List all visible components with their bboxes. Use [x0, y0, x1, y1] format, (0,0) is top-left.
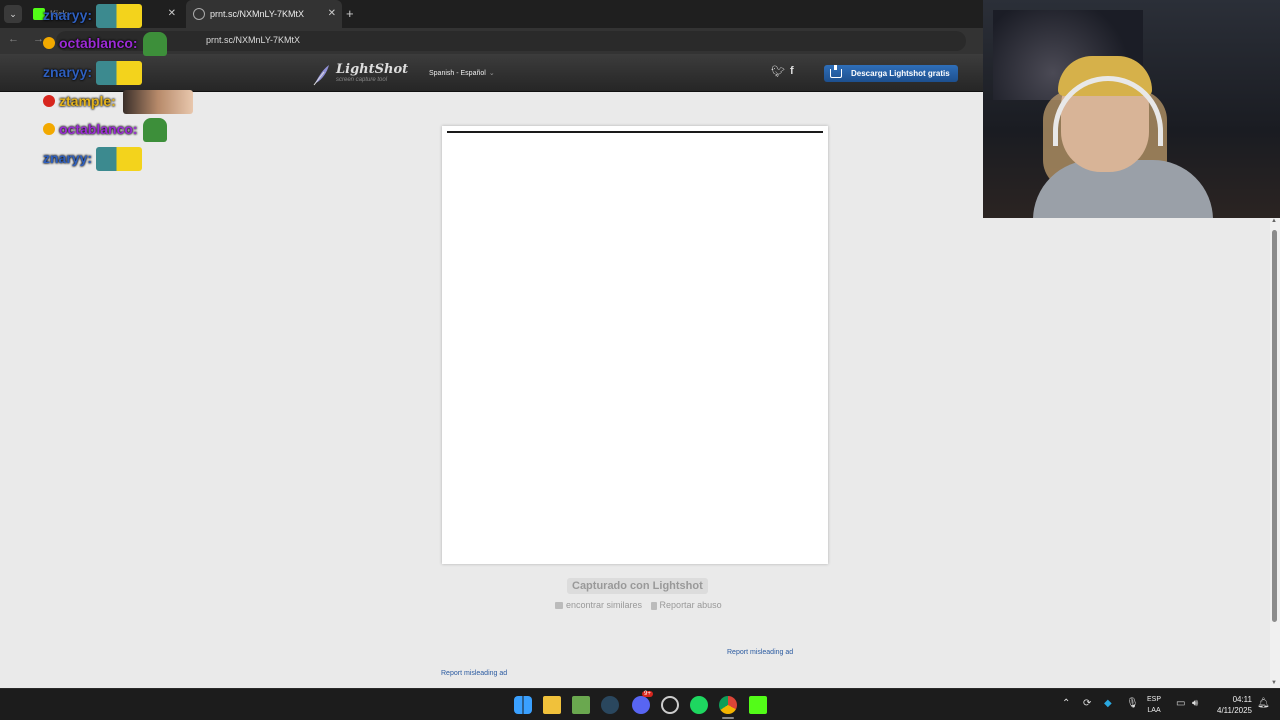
blob-emote-icon [96, 61, 142, 85]
webcam-overlay [983, 0, 1280, 218]
facebook-icon[interactable]: f [790, 65, 794, 77]
blob-emote-icon [96, 4, 142, 28]
discord-icon[interactable]: 9+ [632, 691, 653, 714]
steam-icon[interactable] [601, 696, 619, 714]
logo-tagline: screen capture tool [336, 77, 388, 83]
system-clock[interactable]: 04:11 4/11/2025 [1210, 694, 1252, 716]
frog-emote-icon [143, 32, 167, 56]
file-explorer-icon[interactable] [543, 696, 561, 714]
image-actions: encontrar similares Reportar abuso [555, 600, 722, 610]
chat-username: octablanco: [59, 35, 138, 51]
new-tab-button[interactable]: + [346, 0, 354, 28]
captured-with-lightshot-label[interactable]: Capturado con Lightshot [567, 578, 708, 594]
report-misleading-ad-link[interactable]: Report misleading ad [727, 649, 793, 656]
page-scrollbar[interactable]: ▲ ▼ [1270, 218, 1280, 688]
feather-icon [313, 65, 329, 86]
report-abuse-link[interactable]: Reportar abuso [650, 600, 722, 610]
microphone-icon[interactable]: 🎙︎ [1126, 698, 1139, 709]
download-lightshot-button[interactable]: Descarga Lightshot gratis [824, 65, 958, 82]
chevron-down-icon: ⌄ [488, 70, 495, 77]
minecraft-icon[interactable] [572, 696, 590, 714]
stream-chat-overlay: znaryy: octablanco: znaryy: ztample: oct… [0, 0, 200, 175]
language-value: Spanish - Español [429, 70, 486, 77]
windows-taskbar: 9+ ⌃ ⟳ ◆ 🎙︎ ESP LAA ▭ 🔊︎ 04:11 4/11/2025… [0, 688, 1280, 720]
scroll-down-icon[interactable]: ▼ [1271, 680, 1277, 686]
find-similar-link[interactable]: encontrar similares [555, 600, 642, 610]
report-misleading-ad-link[interactable]: Report misleading ad [441, 670, 507, 677]
discord-notification-badge: 9+ [642, 691, 653, 697]
clock-date: 4/11/2025 [1217, 706, 1252, 715]
photo-emote-icon [123, 90, 193, 114]
input-language[interactable]: ESP LAA [1147, 694, 1161, 716]
gift-badge-icon [43, 37, 55, 49]
frog-emote-icon [143, 118, 167, 142]
chat-username: znaryy: [43, 150, 93, 166]
find-similar-label: encontrar similares [566, 600, 643, 610]
active-app-indicator [722, 717, 734, 719]
report-abuse-label: Reportar abuso [659, 600, 722, 610]
volume-icon[interactable]: 🔊︎ [1192, 698, 1198, 709]
chat-username: znaryy: [43, 64, 93, 80]
twitter-icon[interactable]: 🐦︎ [771, 65, 785, 78]
download-icon [830, 65, 842, 78]
gift-badge-icon [43, 123, 55, 135]
spotify-icon[interactable] [690, 696, 708, 714]
close-tab-icon[interactable]: ✕ [328, 0, 336, 28]
logo-name: LightShot [336, 62, 409, 77]
chrome-icon[interactable] [719, 696, 737, 714]
windows-start-icon[interactable] [514, 696, 532, 714]
blob-emote-icon [96, 147, 142, 171]
network-icon[interactable]: ▭ [1176, 698, 1185, 709]
chat-username: octablanco: [59, 121, 138, 137]
language-code: ESP [1147, 696, 1162, 703]
download-label: Descarga Lightshot gratis [851, 69, 950, 78]
obs-icon[interactable] [661, 696, 679, 714]
chevron-up-icon[interactable]: ⌃ [1062, 698, 1070, 709]
language-layout: LAA [1147, 707, 1161, 714]
screenshot-top-line [447, 131, 823, 133]
screenshot-image[interactable] [442, 126, 828, 564]
tab-title: prnt.sc/NXMnLY-7KMtX [210, 9, 305, 19]
chat-username: ztample: [59, 93, 116, 109]
notifications-icon[interactable]: 🔔︎ [1257, 698, 1270, 709]
camera-icon [555, 602, 563, 610]
security-icon[interactable]: ◆ [1104, 698, 1112, 709]
chat-username: znaryy: [43, 7, 93, 23]
moderator-badge-icon [43, 95, 55, 107]
url-text: prnt.sc/NXMnLY-7KMtX [206, 35, 301, 45]
trash-icon [650, 601, 657, 610]
tab-prntsc[interactable]: prnt.sc/NXMnLY-7KMtX ✕ [186, 0, 342, 28]
sync-icon[interactable]: ⟳ [1083, 698, 1091, 709]
kick-icon[interactable] [749, 696, 767, 714]
scrollbar-thumb[interactable] [1272, 230, 1277, 622]
clock-time: 04:11 [1232, 695, 1252, 704]
language-select[interactable]: Spanish - Español ⌄ [429, 69, 495, 77]
scroll-up-icon[interactable]: ▲ [1271, 218, 1277, 224]
